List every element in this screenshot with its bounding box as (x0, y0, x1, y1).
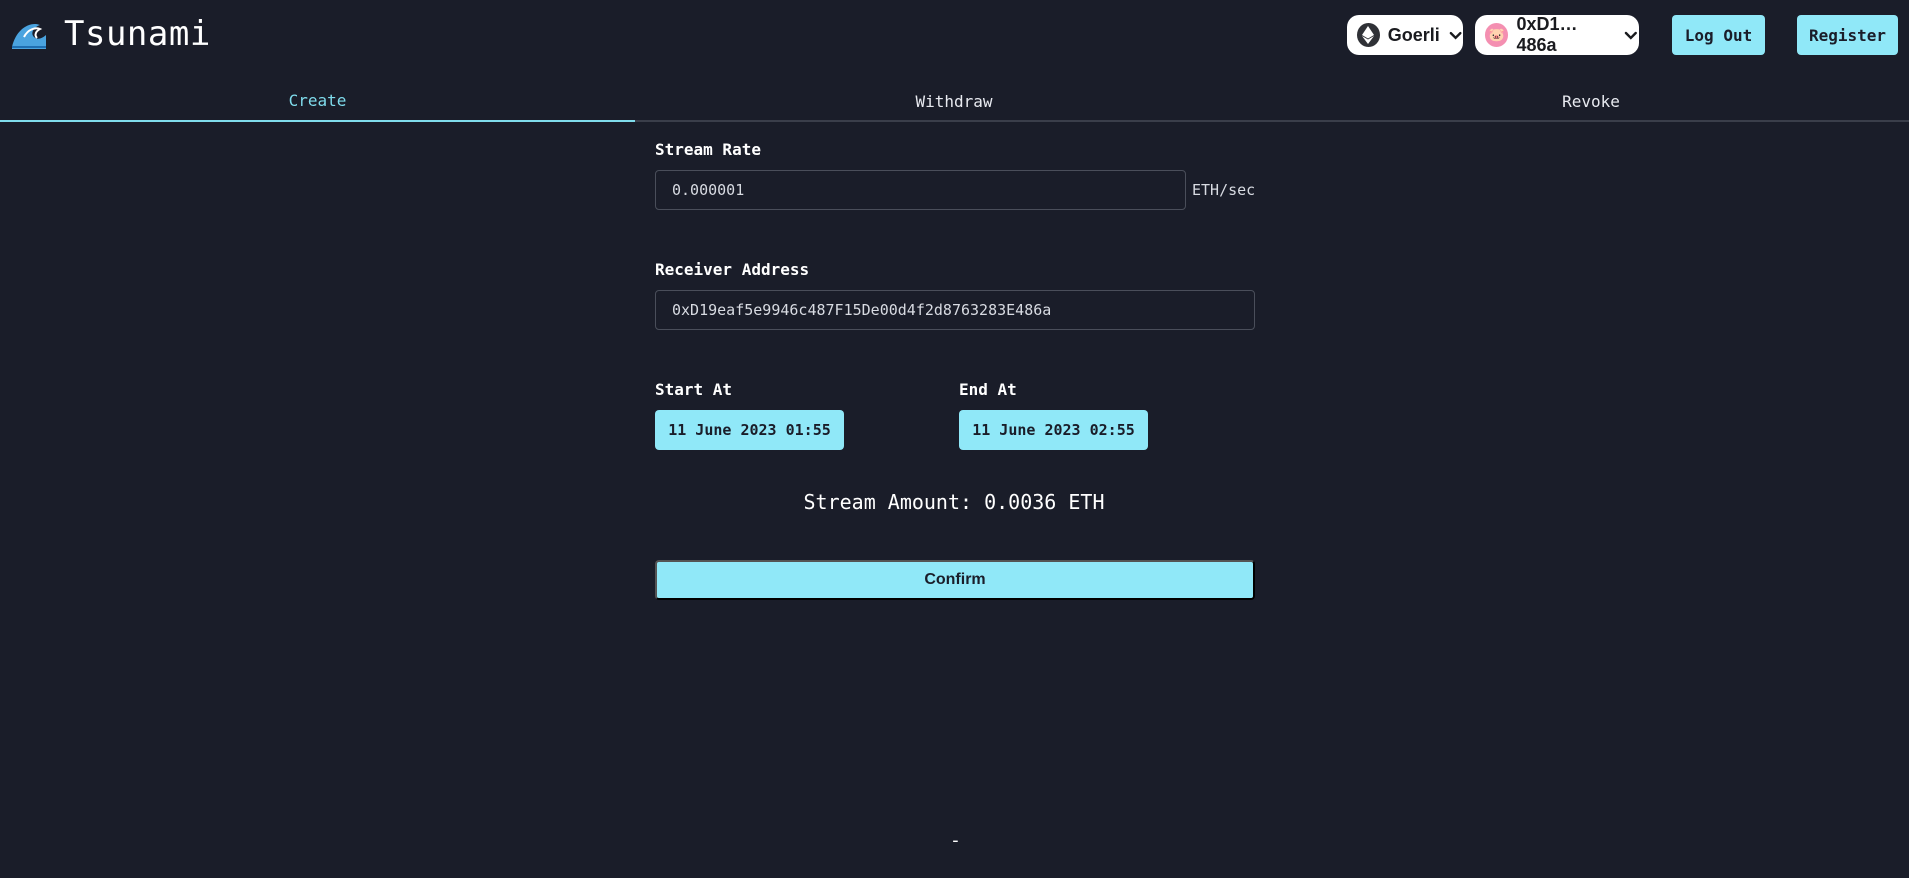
app-header: Tsunami Goerli 🐷 0xD1…486a Log Out Regis… (0, 0, 1909, 70)
pig-avatar-icon: 🐷 (1485, 23, 1509, 47)
logout-button[interactable]: Log Out (1672, 15, 1765, 55)
footer-dash: - (950, 830, 961, 851)
account-selector[interactable]: 🐷 0xD1…486a (1475, 14, 1639, 55)
tab-bar: Create Withdraw Revoke (0, 80, 1909, 122)
stream-rate-input[interactable] (655, 170, 1186, 210)
stream-amount: Stream Amount: 0.0036 ETH (803, 490, 1105, 514)
start-date-picker[interactable]: 11 June 2023 01:55 (655, 410, 844, 450)
wave-icon (12, 23, 46, 49)
end-date-picker[interactable]: 11 June 2023 02:55 (959, 410, 1148, 450)
receiver-address-label: Receiver Address (655, 260, 810, 279)
receiver-address-input[interactable] (655, 290, 1255, 330)
tab-revoke[interactable]: Revoke (1273, 80, 1909, 122)
end-at-label: End At (959, 380, 1017, 399)
account-label: 0xD1…486a (1516, 14, 1578, 55)
network-label: Goerli (1387, 24, 1440, 45)
stream-rate-unit: ETH/sec (1192, 181, 1256, 199)
chevron-down-icon (1449, 31, 1462, 40)
tab-create[interactable]: Create (0, 80, 635, 122)
ethereum-icon (1357, 23, 1380, 47)
tab-withdraw[interactable]: Withdraw (635, 80, 1273, 122)
network-selector[interactable]: Goerli (1347, 15, 1463, 55)
confirm-button[interactable]: Confirm (655, 560, 1255, 600)
start-at-label: Start At (655, 380, 733, 399)
register-button[interactable]: Register (1797, 15, 1898, 55)
stream-rate-label: Stream Rate (655, 140, 761, 159)
app-logo[interactable]: Tsunami (10, 12, 211, 56)
app-title: Tsunami (64, 14, 211, 54)
chevron-down-icon (1625, 31, 1638, 40)
